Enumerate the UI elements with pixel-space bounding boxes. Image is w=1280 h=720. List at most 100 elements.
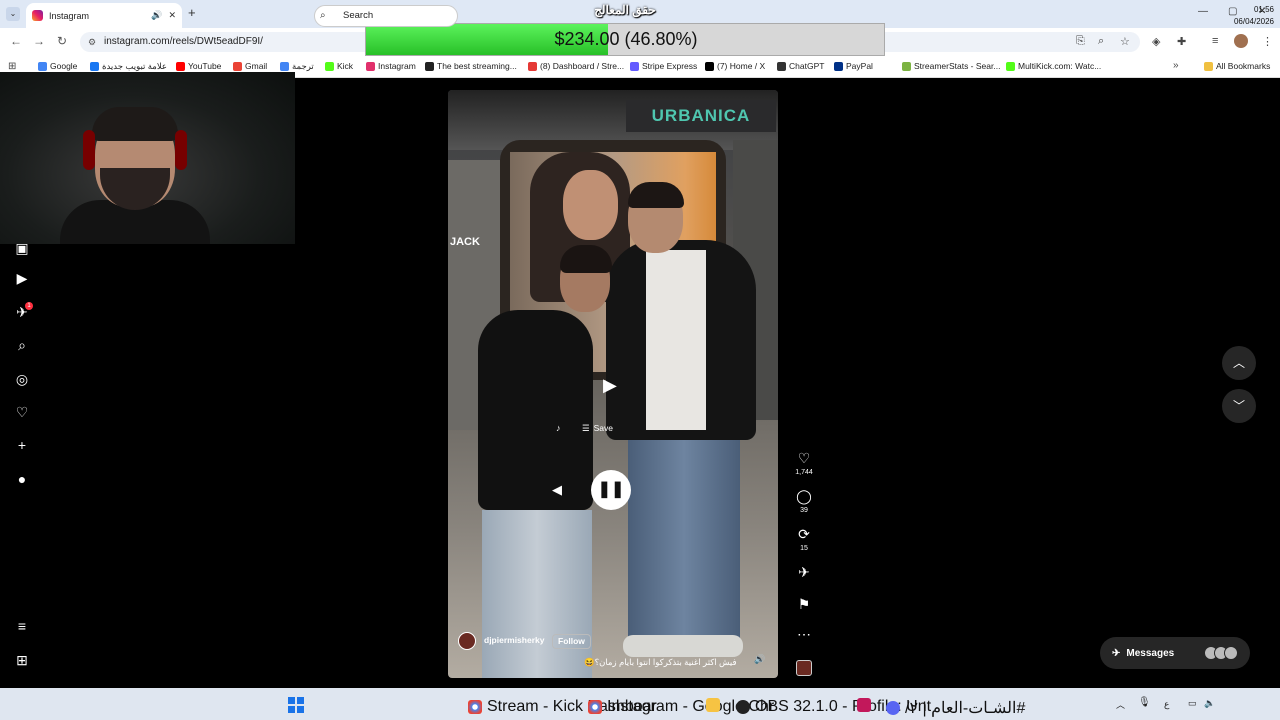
paypal-icon bbox=[834, 61, 843, 71]
share-icon[interactable]: ✈ bbox=[795, 564, 813, 581]
extensions-puzzle-icon[interactable]: ✚ bbox=[1177, 35, 1186, 48]
bookmark-star-icon[interactable]: ☆ bbox=[1120, 35, 1130, 48]
app-icon bbox=[857, 698, 871, 712]
search-icon[interactable]: ⌕ bbox=[14, 337, 30, 354]
taskbar-app-red[interactable] bbox=[857, 698, 871, 712]
bookmark-youtube[interactable]: YouTube bbox=[176, 61, 221, 71]
messages-send-icon: ✈ bbox=[1112, 647, 1121, 659]
author-avatar[interactable] bbox=[458, 632, 476, 650]
bookmark-streamerstats[interactable]: StreamerStats - Sear... bbox=[902, 61, 1000, 71]
notification-badge: 1 bbox=[25, 302, 33, 310]
next-reel-button[interactable]: ﹀ bbox=[1222, 389, 1256, 423]
headphone-right bbox=[175, 130, 187, 170]
taskbar-app-discord[interactable]: #الشـات-العام | ٢/ bbox=[886, 698, 1025, 718]
repost-icon[interactable]: ⟳ bbox=[795, 526, 813, 543]
apps-grid-icon[interactable]: ⊞ bbox=[8, 61, 16, 72]
bookmark-new-tab-ar[interactable]: علامة تبويب جديدة bbox=[90, 61, 167, 72]
left-man-hair bbox=[560, 245, 612, 273]
bookmark-instagram[interactable]: Instagram bbox=[366, 61, 416, 71]
singer-face bbox=[563, 170, 618, 240]
tab-close-icon[interactable]: ✕ bbox=[168, 10, 176, 21]
explore-icon[interactable]: ◎ bbox=[14, 371, 30, 388]
phone-previous-icon: ◀ bbox=[552, 482, 562, 497]
bookmark-kick[interactable]: Kick bbox=[325, 61, 353, 71]
forward-icon[interactable]: → bbox=[33, 34, 45, 48]
chrome-icon bbox=[468, 700, 482, 714]
multikick-icon bbox=[1006, 61, 1015, 71]
bookmark-multikick[interactable]: MultiKick.com: Watc... bbox=[1006, 61, 1101, 71]
microphone-icon[interactable]: 🎙 bbox=[1138, 697, 1151, 708]
bookmark-dashboard[interactable]: (8) Dashboard / Stre... bbox=[528, 61, 624, 71]
more-menu-icon[interactable]: ≡ bbox=[14, 618, 30, 634]
more-options-icon[interactable]: ⋯ bbox=[795, 626, 813, 643]
taskbar-search-box[interactable]: Search bbox=[314, 5, 458, 27]
minimize-button[interactable]: — bbox=[1198, 6, 1208, 17]
notifications-heart-icon[interactable]: ♡ bbox=[14, 404, 30, 421]
tab-audio-icon[interactable]: 🔊 bbox=[151, 10, 162, 21]
media-controls-icon[interactable]: ≡ bbox=[1212, 35, 1218, 47]
repost-count[interactable]: 15 bbox=[788, 545, 820, 552]
tab-instagram[interactable]: Instagram 🔊 ✕ bbox=[26, 3, 182, 28]
right-man-shoes bbox=[623, 635, 743, 657]
reel-video[interactable]: URBANICA JACK ▶ ♪ ☰ Save ◀ ❚❚ djpiermish… bbox=[448, 90, 778, 678]
system-clock[interactable]: 01:56 06/04/2026 bbox=[1218, 4, 1274, 28]
zoom-icon[interactable]: ⌕ bbox=[1098, 35, 1104, 48]
messages-button[interactable]: ✈ Messages bbox=[1100, 637, 1250, 669]
threads-icon[interactable]: ⊞ bbox=[14, 652, 30, 669]
discord-icon bbox=[886, 701, 900, 715]
tab-search-menu[interactable]: ⌄ bbox=[6, 7, 20, 21]
comment-icon[interactable]: ◯ bbox=[795, 488, 813, 505]
author-username[interactable]: djpiermisherky bbox=[484, 635, 544, 645]
folder-icon bbox=[706, 698, 720, 712]
back-icon[interactable]: ← bbox=[10, 34, 22, 48]
audio-thumbnail[interactable] bbox=[796, 660, 812, 676]
instagram-favicon-icon bbox=[32, 10, 43, 21]
chrome-menu-icon[interactable]: ⋮ bbox=[1262, 35, 1273, 48]
windows-start-icon[interactable] bbox=[288, 697, 304, 713]
bookmark-label: ترجمة bbox=[292, 61, 314, 71]
pause-button[interactable]: ❚❚ bbox=[591, 470, 631, 510]
bookmark-streaming[interactable]: The best streaming... bbox=[425, 61, 517, 71]
volume-tray-icon[interactable]: 🔈 bbox=[1204, 698, 1215, 709]
extension-icon[interactable]: ◈ bbox=[1152, 35, 1160, 48]
tray-overflow-icon[interactable]: ︿ bbox=[1116, 698, 1125, 711]
reload-icon[interactable]: ↻ bbox=[57, 34, 67, 48]
create-icon[interactable]: + bbox=[14, 437, 30, 453]
bookmarks-overflow-icon[interactable]: » bbox=[1173, 60, 1179, 71]
bookmark-label: (8) Dashboard / Stre... bbox=[540, 61, 625, 71]
site-info-icon[interactable]: ⚙ bbox=[88, 37, 96, 48]
bookmark-translate[interactable]: ترجمة bbox=[280, 61, 314, 72]
save-label: Save bbox=[593, 423, 613, 433]
install-app-icon[interactable]: ⎘ bbox=[1076, 35, 1085, 48]
comment-count[interactable]: 39 bbox=[788, 507, 820, 514]
clock-time: 01:56 bbox=[1253, 5, 1274, 14]
stripe-icon bbox=[630, 61, 639, 71]
profile-icon[interactable]: ● bbox=[14, 471, 30, 487]
previous-reel-button[interactable]: ︿ bbox=[1222, 346, 1256, 380]
input-language[interactable]: ع bbox=[1164, 699, 1169, 710]
right-man-shirt bbox=[646, 250, 706, 430]
obs-icon bbox=[736, 700, 750, 714]
reels-play-icon[interactable]: ▶ bbox=[14, 270, 30, 287]
save-bookmark-icon[interactable]: ⚑ bbox=[795, 596, 813, 613]
new-tab-ar-icon bbox=[90, 62, 99, 71]
network-icon[interactable]: ▭ bbox=[1188, 698, 1197, 709]
reel-caption[interactable]: فيش اكثر اغنية بتذكركوا انتوا بايام زمان… bbox=[584, 657, 737, 668]
like-heart-icon[interactable]: ♡ bbox=[795, 450, 813, 467]
streaming-icon bbox=[425, 61, 434, 71]
profile-avatar[interactable] bbox=[1234, 34, 1248, 48]
bookmark-chatgpt[interactable]: ChatGPT bbox=[777, 61, 824, 71]
volume-icon[interactable]: 🔊 bbox=[754, 654, 765, 665]
taskbar-file-explorer[interactable] bbox=[706, 698, 720, 712]
tab-title: Instagram bbox=[49, 10, 90, 21]
all-bookmarks-button[interactable]: All Bookmarks bbox=[1204, 61, 1270, 71]
new-tab-button[interactable]: + bbox=[188, 5, 196, 20]
bookmark-paypal[interactable]: PayPal bbox=[834, 61, 873, 71]
bookmark-google[interactable]: Google bbox=[38, 61, 77, 71]
like-count[interactable]: 1,744 bbox=[788, 469, 820, 476]
bookmark-stripe[interactable]: Stripe Express bbox=[630, 61, 697, 71]
bookmark-gmail[interactable]: Gmail bbox=[233, 61, 267, 71]
follow-button[interactable]: Follow bbox=[552, 634, 591, 649]
bookmark-x-home[interactable]: (7) Home / X bbox=[705, 61, 765, 71]
store-sign: URBANICA bbox=[626, 100, 776, 132]
